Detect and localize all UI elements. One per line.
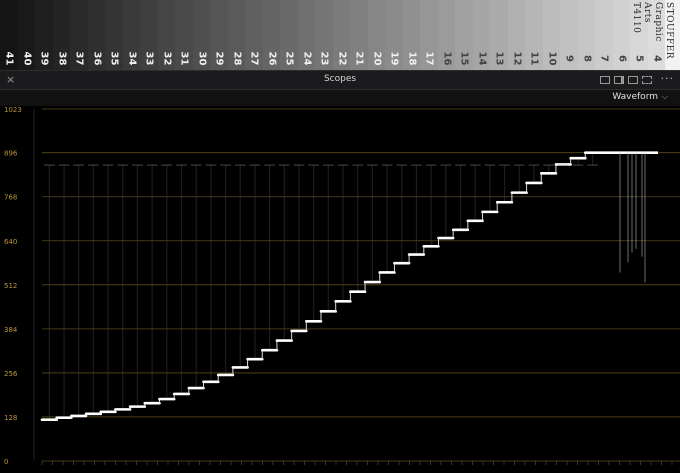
y-tick-label: 0 xyxy=(4,458,8,466)
y-tick-label: 896 xyxy=(4,150,18,158)
y-tick-label: 512 xyxy=(4,282,17,290)
y-tick-label: 1023 xyxy=(4,106,22,114)
y-tick-label: 384 xyxy=(4,326,18,334)
waveform-scope: 1023 896 768 640 512 384 256 128 0 xyxy=(0,0,680,473)
y-tick-label: 256 xyxy=(4,370,18,378)
y-tick-label: 640 xyxy=(4,238,17,246)
y-tick-label: 128 xyxy=(4,414,17,422)
y-tick-label: 768 xyxy=(4,194,17,202)
